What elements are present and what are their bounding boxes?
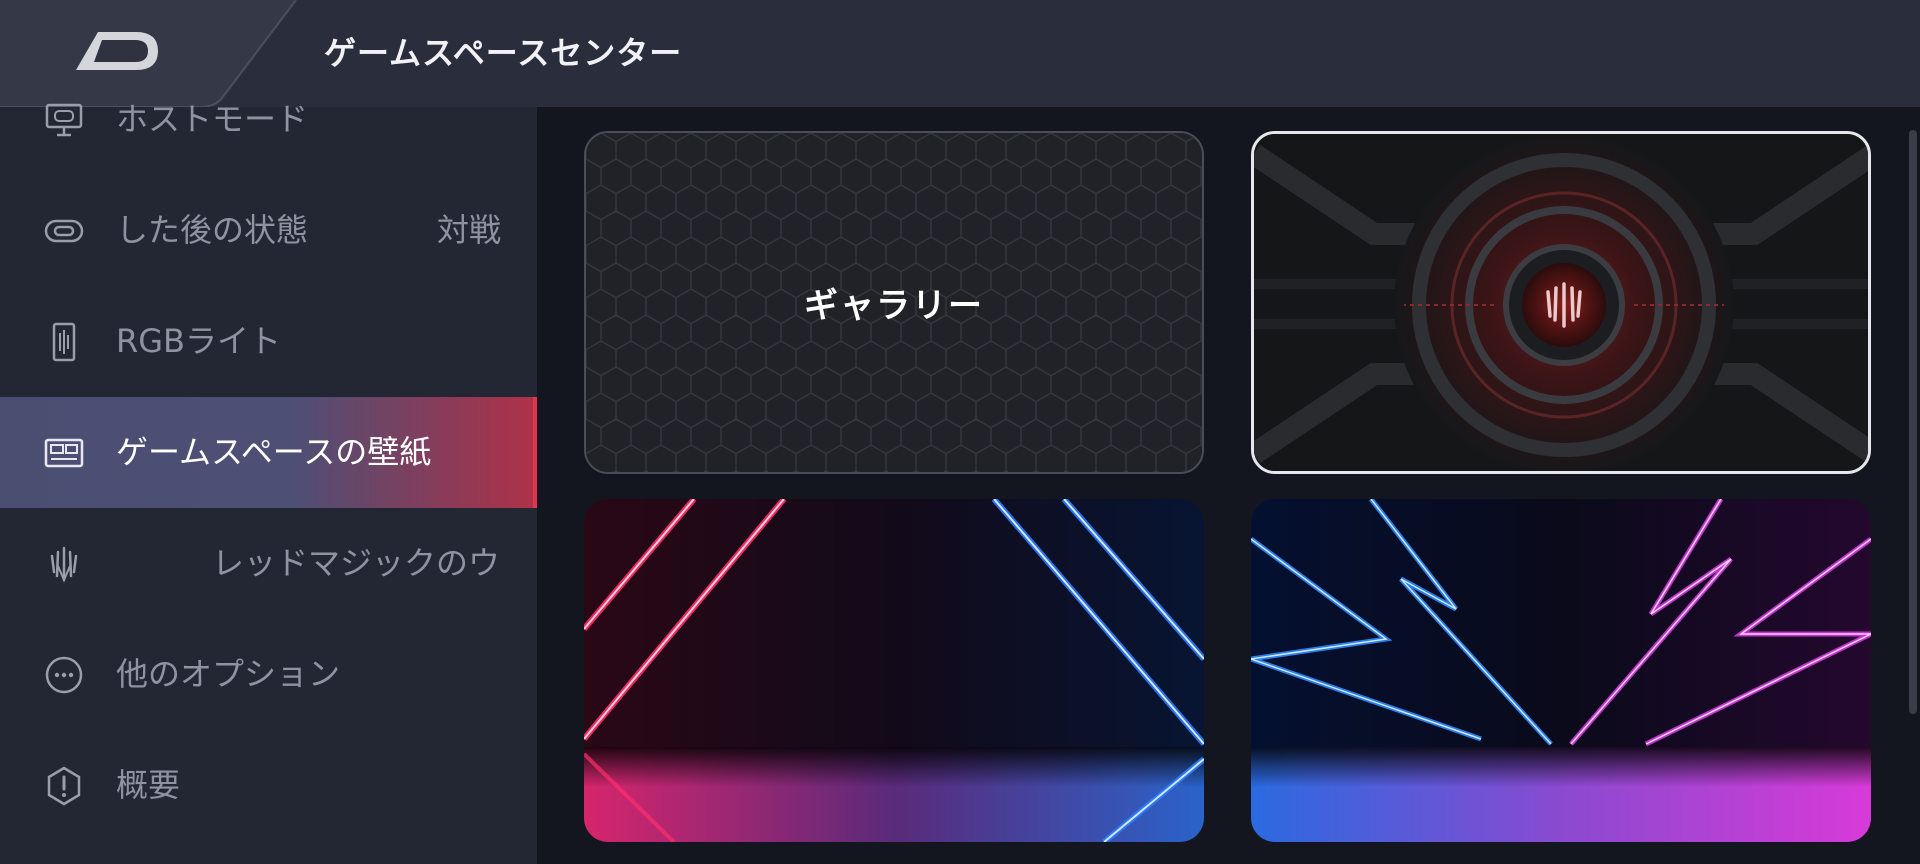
sidebar-item-wallpaper[interactable]: ゲームスペースの壁紙 (0, 397, 537, 508)
scrollbar[interactable] (1909, 130, 1917, 714)
sidebar-item-label: 他のオプション (116, 655, 341, 693)
light-bar-icon (52, 322, 76, 362)
sidebar-item-other-options[interactable]: 他のオプション (0, 619, 537, 730)
sidebar-item-label: ホストモード (116, 100, 309, 138)
gallery-card[interactable]: ギャラリー (584, 131, 1204, 474)
wallpaper-neon-red-blue-image (584, 499, 1204, 842)
wallpaper-red-magic-core-image (1254, 134, 1868, 471)
wallpaper-grid: ギャラリー (537, 107, 1920, 864)
sidebar-item-post-state[interactable]: した後の状態 対戦 (0, 175, 537, 286)
info-icon (47, 766, 81, 806)
sidebar-item-host-mode[interactable]: ホストモード (0, 64, 537, 175)
sidebar-item-label: した後の状態 (116, 211, 309, 249)
wallpaper-neon-red-blue[interactable] (584, 499, 1204, 842)
wallpaper-neon-blue-purple-image (1251, 499, 1871, 842)
red-magic-logo-icon (50, 546, 78, 583)
sidebar-item-label: 概要 (116, 766, 181, 804)
sidebar-item-label: RGBライト (116, 322, 281, 360)
more-options-icon (45, 656, 83, 694)
toggle-icon (44, 219, 84, 243)
sidebar-item-rgb-light[interactable]: RGBライト (0, 286, 537, 397)
sidebar-item-label: レッドマジックのウ (212, 544, 501, 582)
sidebar-item-label: ゲームスペースの壁紙 (116, 433, 432, 471)
wallpaper-neon-blue-purple[interactable] (1251, 499, 1871, 842)
monitor-gamepad-icon (45, 103, 83, 137)
wallpaper-red-magic-core[interactable] (1251, 131, 1871, 474)
sidebar-item-red-magic[interactable]: レッドマジックのウ (0, 508, 537, 619)
sidebar-item-value: 対戦 (436, 211, 501, 249)
sidebar-item-about[interactable]: 概要 (0, 730, 537, 841)
gallery-label: ギャラリー (804, 286, 984, 326)
sidebar: ホストモード した後の状態 対戦 RGBライト ゲームスペースの壁紙 レッドマジ… (0, 100, 537, 864)
wallpaper-icon (44, 438, 84, 468)
